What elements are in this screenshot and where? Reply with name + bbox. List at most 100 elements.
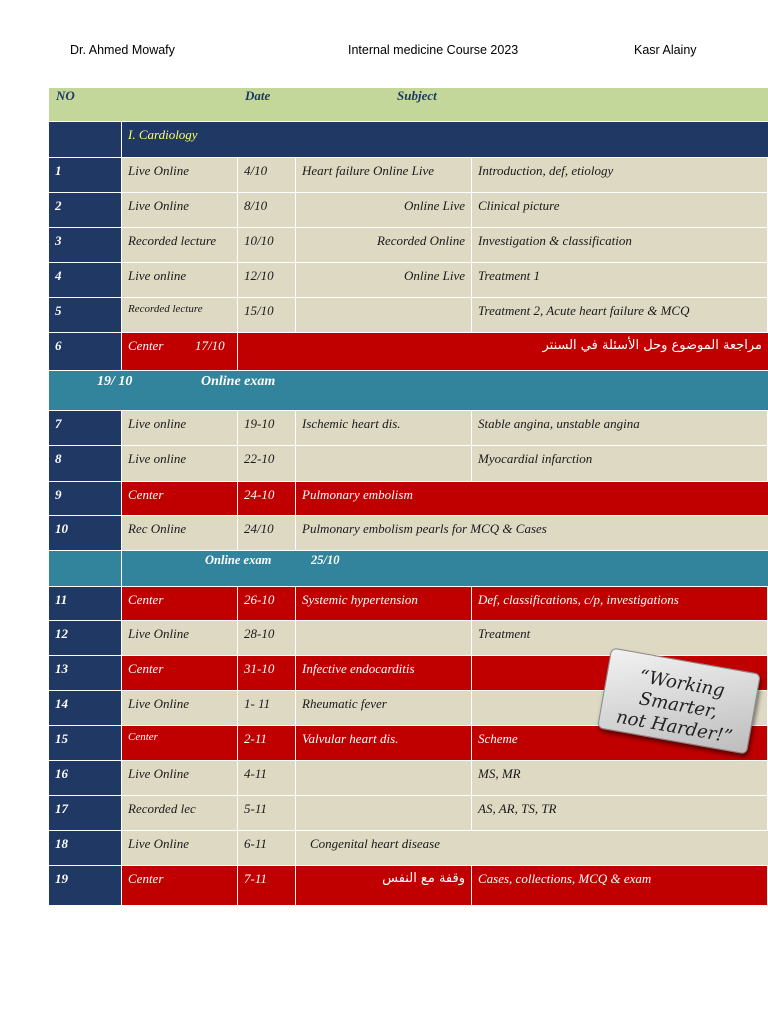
- row-type: Live online: [122, 263, 238, 297]
- row-number: 16: [49, 761, 122, 795]
- row-date: 24/10: [238, 516, 296, 550]
- row-subject: Heart failure Online Live: [296, 158, 472, 192]
- row-number: 15: [49, 726, 122, 760]
- row-subject: Congenital heart disease: [296, 831, 768, 865]
- table-row: 19 Center 7-11 وقفة مع النفس Cases, coll…: [49, 865, 768, 905]
- row-number: 12: [49, 621, 122, 655]
- section-date: 25/10: [311, 553, 340, 567]
- table-row: 3 Recorded lecture 10/10 Recorded Online…: [49, 227, 768, 262]
- row-subject: Infective endocarditis: [296, 656, 472, 690]
- row-number: 7: [49, 411, 122, 445]
- row-description: Clinical picture: [472, 193, 768, 227]
- row-date: 2-11: [238, 726, 296, 760]
- row-subject: Pulmonary embolism pearls for MCQ & Case…: [296, 516, 768, 550]
- row-number: 19: [49, 866, 122, 905]
- table-row: 5 Recorded lecture 15/10 Treatment 2, Ac…: [49, 297, 768, 332]
- row-subject-arabic: وقفة مع النفس: [296, 866, 472, 905]
- row-description: AS, AR, TS, TR: [472, 796, 768, 830]
- row-type: Live Online: [122, 691, 238, 725]
- row-date: 4-11: [238, 761, 296, 795]
- section-date: 19/ 10: [97, 374, 133, 389]
- row-description: Introduction, def, etiology: [472, 158, 768, 192]
- row-number: 5: [49, 298, 122, 332]
- table-row: 7 Live online 19-10 Ischemic heart dis. …: [49, 410, 768, 445]
- heading-num-cell: [49, 122, 122, 157]
- cardiology-heading-row: I. Cardiology: [49, 121, 768, 157]
- row-type: Rec Online: [122, 516, 238, 550]
- row-type: Center: [122, 587, 238, 620]
- row-number: 3: [49, 228, 122, 262]
- table-row: 6 Center 17/10 مراجعة الموضوع وحل الأسئل…: [49, 332, 768, 370]
- row-number: 1: [49, 158, 122, 192]
- table-header-row: NO Date Subject: [49, 88, 768, 121]
- row-number: 2: [49, 193, 122, 227]
- row-description: Stable angina, unstable angina: [472, 411, 768, 445]
- row-date: 6-11: [238, 831, 296, 865]
- row-type: Center: [122, 726, 238, 760]
- row-date: 31-10: [238, 656, 296, 690]
- table-row: 12 Live Online 28-10 Treatment: [49, 620, 768, 655]
- row-subject: [296, 761, 472, 795]
- row-subject: Rheumatic fever: [296, 691, 472, 725]
- row-subject: [296, 621, 472, 655]
- row-number: 13: [49, 656, 122, 690]
- table-row: 11 Center 26-10 Systemic hypertension De…: [49, 586, 768, 620]
- row-date: 22-10: [238, 446, 296, 481]
- row-description: Investigation & classification: [472, 228, 768, 262]
- row-subject: Recorded Online: [296, 228, 472, 262]
- row-date: 7-11: [238, 866, 296, 905]
- row-type: Center: [122, 866, 238, 905]
- row-date: 26-10: [238, 587, 296, 620]
- row-subject: [296, 446, 472, 481]
- row-date: 28-10: [238, 621, 296, 655]
- row-description: Cases, collections, MCQ & exam: [472, 866, 768, 905]
- row-number: 14: [49, 691, 122, 725]
- header-date: Date: [245, 88, 271, 103]
- table-row: 9 Center 24-10 Pulmonary embolism: [49, 481, 768, 515]
- online-exam-section: 19/ 10 Online exam: [49, 370, 768, 410]
- row-number: 6: [49, 333, 122, 370]
- table-row: 1 Live Online 4/10 Heart failure Online …: [49, 157, 768, 192]
- row-type: Live Online: [122, 761, 238, 795]
- row-date: 24-10: [238, 482, 296, 515]
- row-description: Def, classifications, c/p, investigation…: [472, 587, 768, 620]
- row-type: Live online: [122, 446, 238, 481]
- row-number: 4: [49, 263, 122, 297]
- header-author: Dr. Ahmed Mowafy: [70, 43, 175, 57]
- row-number: 8: [49, 446, 122, 481]
- row-subject-arabic: مراجعة الموضوع وحل الأسئلة في السنتر: [238, 333, 768, 370]
- row-date: 4/10: [238, 158, 296, 192]
- row-date: 10/10: [238, 228, 296, 262]
- row-date: 12/10: [238, 263, 296, 297]
- row-type: Recorded lec: [122, 796, 238, 830]
- row-subject: [296, 796, 472, 830]
- table-row: 2 Live Online 8/10 Online Live Clinical …: [49, 192, 768, 227]
- table-row: 17 Recorded lec 5-11 AS, AR, TS, TR: [49, 795, 768, 830]
- row-description: Treatment 1: [472, 263, 768, 297]
- row-description: Treatment 2, Acute heart failure & MCQ: [472, 298, 768, 332]
- table-row: 10 Rec Online 24/10 Pulmonary embolism p…: [49, 515, 768, 550]
- row-date: 15/10: [238, 298, 296, 332]
- table-row: 16 Live Online 4-11 MS, MR: [49, 760, 768, 795]
- row-subject: Online Live: [296, 193, 472, 227]
- row-type: Live Online: [122, 621, 238, 655]
- row-type: Live Online: [122, 831, 238, 865]
- row-type: Recorded lecture: [122, 228, 238, 262]
- row-number: 11: [49, 587, 122, 620]
- row-subject: Online Live: [296, 263, 472, 297]
- table-row: 8 Live online 22-10 Myocardial infarctio…: [49, 445, 768, 481]
- header-institution: Kasr Alainy: [634, 43, 697, 57]
- row-number: 18: [49, 831, 122, 865]
- row-subject: Systemic hypertension: [296, 587, 472, 620]
- row-date: 17/10: [189, 333, 238, 370]
- online-exam-section-2: Online exam 25/10: [49, 550, 768, 586]
- row-type: Center: [122, 482, 238, 515]
- row-description: Myocardial infarction: [472, 446, 768, 481]
- row-subject: Pulmonary embolism: [296, 482, 768, 515]
- table-row: 4 Live online 12/10 Online Live Treatmen…: [49, 262, 768, 297]
- section-num-cell: [49, 551, 122, 586]
- row-type: Recorded lecture: [122, 298, 238, 332]
- row-type: Center: [122, 656, 238, 690]
- row-number: 10: [49, 516, 122, 550]
- header-subject: Subject: [397, 88, 437, 103]
